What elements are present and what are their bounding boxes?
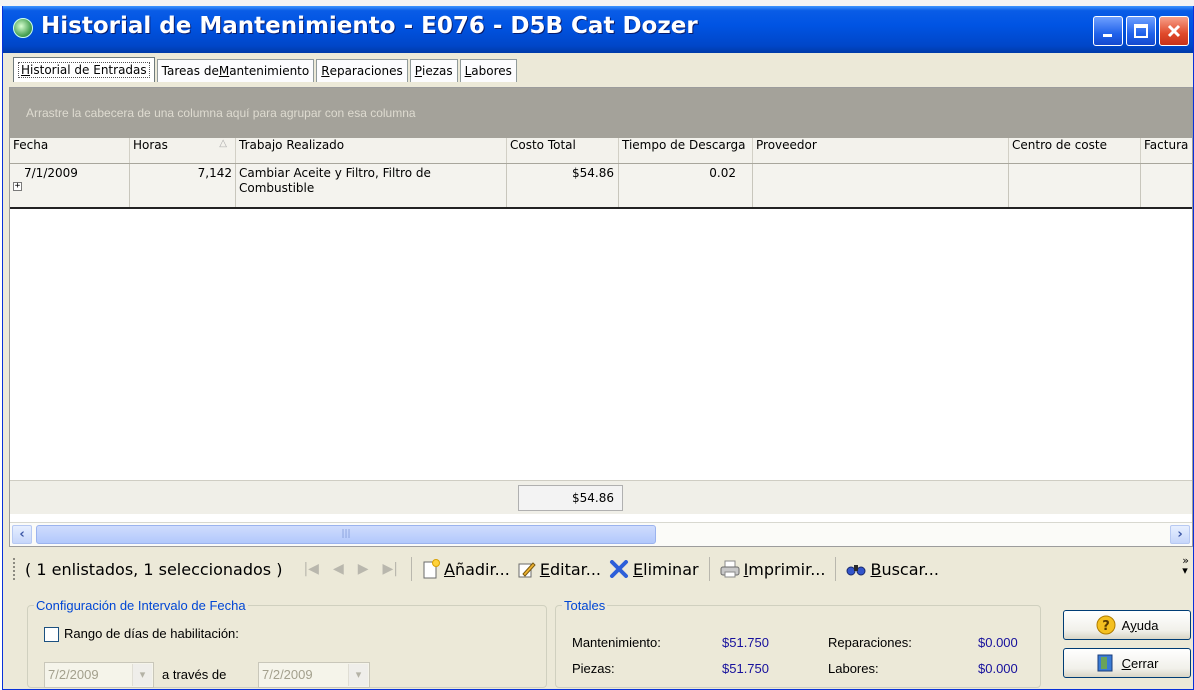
through-label: a través de xyxy=(162,667,227,682)
column-header-trabajo[interactable]: Trabajo Realizado xyxy=(236,138,507,163)
cell-factura xyxy=(1141,164,1192,207)
tab-historial-entradas[interactable]: Historial de Entradas xyxy=(13,57,155,82)
labores-label: Labores: xyxy=(828,661,879,676)
column-header-horas-label: Horas xyxy=(133,138,168,152)
entries-grid: Arrastre la cabecera de una columna aquí… xyxy=(9,87,1193,547)
horizontal-scrollbar[interactable]: ‹ ||| › xyxy=(10,522,1192,546)
toolbar-separator xyxy=(835,557,837,581)
find-button[interactable]: Buscar... xyxy=(846,560,939,579)
reparaciones-label: Reparaciones: xyxy=(828,635,912,650)
piezas-label: Piezas: xyxy=(572,661,615,676)
delete-x-icon xyxy=(610,560,629,578)
close-icon xyxy=(1167,24,1181,38)
toolbar-grip[interactable] xyxy=(13,558,17,580)
toolbar-overflow-icon[interactable]: » ▾ xyxy=(1182,555,1189,576)
tab-piezas[interactable]: Piezas xyxy=(409,59,458,82)
from-date-select[interactable]: 7/2/2009 ▾ xyxy=(44,662,154,688)
cell-costo: $54.86 xyxy=(507,164,619,207)
first-record-icon[interactable]: |◀ xyxy=(303,561,318,577)
column-header-proveedor[interactable]: Proveedor xyxy=(753,138,1009,163)
exit-door-icon xyxy=(1097,654,1113,672)
minimize-button[interactable] xyxy=(1093,16,1123,46)
sort-ascending-icon: △ xyxy=(219,138,227,149)
to-date-select[interactable]: 7/2/2009 ▾ xyxy=(258,662,370,688)
cell-fecha-value: 7/1/2009 xyxy=(24,166,78,180)
previous-record-icon[interactable]: ◀ xyxy=(333,561,344,577)
enable-range-label: Rango de días de habilitación: xyxy=(64,626,239,641)
tab-reparaciones[interactable]: Reparaciones xyxy=(316,59,408,82)
expand-row-icon[interactable]: + xyxy=(13,182,22,191)
enable-range-checkbox[interactable] xyxy=(44,627,59,642)
column-header-horas[interactable]: Horas △ xyxy=(130,138,236,163)
record-toolbar: ( 1 enlistados, 1 seleccionados ) |◀ ◀ ▶… xyxy=(9,552,1193,586)
maintenance-history-window: Historial de Mantenimiento - E076 - D5B … xyxy=(2,6,1194,690)
toolbar-separator xyxy=(708,557,710,581)
column-header-centro[interactable]: Centro de coste xyxy=(1009,138,1141,163)
totals-legend: Totales xyxy=(564,598,606,613)
toolbar-separator xyxy=(410,557,412,581)
tab-strip: Historial de Entradas Tareas de Mantenim… xyxy=(13,57,519,83)
date-range-legend: Configuración de Intervalo de Fecha xyxy=(36,598,246,613)
add-button[interactable]: Añadir... xyxy=(422,559,510,579)
help-icon: ? xyxy=(1096,615,1116,635)
column-header-fecha[interactable]: Fecha xyxy=(10,138,130,163)
close-button[interactable]: Cerrar xyxy=(1063,648,1191,678)
column-header-factura[interactable]: Factura xyxy=(1141,138,1192,163)
column-header-costo[interactable]: Costo Total xyxy=(507,138,619,163)
edit-button[interactable]: Editar... xyxy=(518,560,601,579)
group-by-panel[interactable]: Arrastre la cabecera de una columna aquí… xyxy=(10,88,1192,138)
last-record-icon[interactable]: ▶| xyxy=(383,561,398,577)
help-button[interactable]: ? Ay uda xyxy=(1063,610,1191,640)
binoculars-icon xyxy=(846,565,866,576)
date-range-group: Configuración de Intervalo de Fecha Rang… xyxy=(27,598,547,688)
cell-horas: 7,142 xyxy=(130,164,236,207)
new-document-icon xyxy=(423,559,440,579)
mantenimiento-value: $51.750 xyxy=(722,635,769,650)
maximize-icon xyxy=(1134,24,1148,38)
close-window-button[interactable] xyxy=(1159,16,1189,46)
window-title: Historial de Mantenimiento - E076 - D5B … xyxy=(41,13,698,39)
delete-button[interactable]: Eliminar xyxy=(609,560,699,579)
svg-text:?: ? xyxy=(1102,619,1110,634)
record-count-status: ( 1 enlistados, 1 seleccionados ) xyxy=(25,559,283,579)
chevron-down-icon: ▾ xyxy=(348,664,368,686)
cell-tiempo: 0.02 xyxy=(619,164,753,207)
mantenimiento-label: Mantenimiento: xyxy=(572,635,661,650)
maximize-button[interactable] xyxy=(1126,16,1156,46)
cell-fecha: + 7/1/2009 xyxy=(10,164,130,207)
from-date-value: 7/2/2009 xyxy=(48,667,99,682)
summary-footer-row: $54.86 xyxy=(10,480,1192,514)
piezas-value: $51.750 xyxy=(722,661,769,676)
total-cost-summary: $54.86 xyxy=(518,485,623,511)
title-bar[interactable]: Historial de Mantenimiento - E076 - D5B … xyxy=(3,6,1193,53)
chevron-down-icon: ▾ xyxy=(132,664,152,686)
minimize-icon xyxy=(1103,34,1112,37)
cell-proveedor xyxy=(753,164,1009,207)
cell-centro xyxy=(1009,164,1141,207)
totals-group: Totales Mantenimiento: $51.750 Reparacio… xyxy=(555,598,1041,688)
labores-value: $0.000 xyxy=(978,661,1018,676)
app-icon xyxy=(13,18,33,38)
scroll-left-icon[interactable]: ‹ xyxy=(12,525,32,544)
reparaciones-value: $0.000 xyxy=(978,635,1018,650)
printer-icon xyxy=(720,560,740,578)
print-button[interactable]: Imprimir... xyxy=(720,560,825,579)
next-record-icon[interactable]: ▶ xyxy=(358,561,369,577)
table-row[interactable]: + 7/1/2009 7,142 Cambiar Aceite y Filtro… xyxy=(10,164,1192,209)
scroll-right-icon[interactable]: › xyxy=(1170,525,1190,544)
tab-labores[interactable]: Labores xyxy=(459,59,517,82)
cell-trabajo: Cambiar Aceite y Filtro, Filtro de Combu… xyxy=(236,164,507,207)
column-header-row: Fecha Horas △ Trabajo Realizado Costo To… xyxy=(10,138,1192,164)
to-date-value: 7/2/2009 xyxy=(262,667,313,682)
edit-icon xyxy=(518,562,536,578)
tab-tareas-mantenimiento[interactable]: Tareas de Mantenimiento xyxy=(156,59,315,82)
scroll-thumb[interactable]: ||| xyxy=(36,525,656,544)
column-header-tiempo[interactable]: Tiempo de Descarga xyxy=(619,138,753,163)
